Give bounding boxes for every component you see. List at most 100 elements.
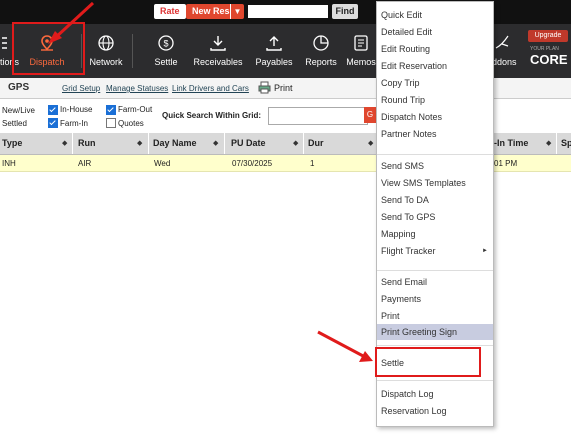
upgrade-badge[interactable]: Upgrade	[528, 30, 568, 42]
sort-icon[interactable]: ◆	[546, 139, 551, 147]
menu-item-label: Copy Trip	[381, 78, 420, 88]
menu-item-payments[interactable]: Payments	[377, 291, 493, 307]
menu-item-quick-edit[interactable]: Quick Edit	[377, 7, 493, 23]
menu-item-edit-reservation[interactable]: Edit Reservation	[377, 58, 493, 74]
quick-search-go-button[interactable]: G	[364, 107, 376, 123]
top-search-input[interactable]	[248, 5, 328, 18]
menu-item-label: Send SMS	[381, 161, 425, 171]
find-button[interactable]: Find	[332, 4, 358, 19]
nav-item-settle[interactable]: $ Settle	[146, 24, 186, 78]
filter-settled-label[interactable]: Settled	[2, 119, 27, 128]
link-drivers-cars-link[interactable]: Link Drivers and Cars	[172, 84, 249, 93]
cell-type: INH	[2, 159, 16, 168]
upload-icon	[266, 36, 282, 51]
menu-item-label: Payments	[381, 294, 422, 304]
nav-label-receivables: Receivables	[193, 57, 243, 67]
grid-setup-link[interactable]: Grid Setup	[62, 84, 100, 93]
menu-item-label: Print	[381, 311, 400, 321]
nav-label-payables: Payables	[255, 57, 293, 67]
menu-item-reservation-log[interactable]: Reservation Log	[377, 403, 493, 419]
menu-divider	[377, 380, 493, 381]
quotes-checkbox[interactable]	[106, 118, 116, 128]
menu-item-label: View SMS Templates	[381, 178, 466, 188]
arrow-head-settle	[359, 351, 373, 362]
new-res-label: New Res	[192, 6, 230, 16]
nav-label-settle: Settle	[154, 57, 178, 67]
menu-item-label: Dispatch Notes	[381, 112, 443, 122]
menu-item-mapping[interactable]: Mapping	[377, 226, 493, 242]
menu-item-send-to-gps[interactable]: Send To GPS	[377, 209, 493, 225]
menu-item-detailed-edit[interactable]: Detailed Edit	[377, 24, 493, 40]
farm-out-label: Farm-Out	[118, 105, 153, 114]
column-divider	[556, 133, 557, 154]
menu-item-label: Edit Routing	[381, 44, 431, 54]
menu-item-send-to-da[interactable]: Send To DA	[377, 192, 493, 208]
sort-icon[interactable]: ◆	[137, 139, 142, 147]
column-header-sp[interactable]: Sp	[561, 138, 571, 148]
nav-item-network[interactable]: Network	[86, 24, 126, 78]
svg-text:$: $	[163, 39, 168, 49]
filter-new-live-label[interactable]: New/Live	[2, 106, 35, 115]
document-icon	[354, 35, 368, 51]
cell-run: AIR	[78, 159, 92, 168]
sort-icon[interactable]: ◆	[293, 139, 298, 147]
print-icon[interactable]	[258, 81, 271, 94]
menu-item-partner-notes[interactable]: Partner Notes	[377, 126, 493, 142]
rate-button[interactable]: Rate	[154, 4, 186, 19]
arrow-to-settle	[317, 330, 366, 359]
plan-name: CORE	[530, 52, 568, 67]
menu-item-edit-routing[interactable]: Edit Routing	[377, 41, 493, 57]
column-header-in-time[interactable]: -In Time	[494, 138, 528, 148]
chevron-down-icon[interactable]: ▼	[230, 4, 244, 19]
nav-label-addons: ddons	[492, 57, 517, 67]
download-icon	[210, 36, 226, 51]
page-title: GPS	[8, 82, 30, 93]
menu-item-label: Send To DA	[381, 195, 429, 205]
quick-search-input[interactable]	[268, 107, 368, 125]
menu-item-round-trip[interactable]: Round Trip	[377, 92, 493, 108]
manage-statuses-link[interactable]: Manage Statuses	[106, 84, 168, 93]
cell-dur: 1	[310, 159, 315, 168]
menu-item-label: Flight Tracker	[381, 246, 436, 256]
nav-item-memos[interactable]: Memos	[344, 24, 378, 78]
submenu-arrow-icon: ►	[482, 248, 488, 254]
menu-divider	[377, 345, 493, 346]
menu-item-view-sms-templates[interactable]: View SMS Templates	[377, 175, 493, 191]
menu-item-label: Send Email	[381, 277, 428, 287]
menu-item-label: Quick Edit	[381, 10, 423, 20]
sort-icon[interactable]: ◆	[368, 139, 373, 147]
in-house-checkbox[interactable]	[48, 105, 58, 115]
menu-item-copy-trip[interactable]: Copy Trip	[377, 75, 493, 91]
column-header-dur[interactable]: Dur	[308, 138, 324, 148]
menu-item-flight-tracker[interactable]: Flight Tracker ►	[377, 243, 493, 259]
nav-item-payables[interactable]: Payables	[252, 24, 296, 78]
new-res-button[interactable]: New Res ▼	[186, 4, 244, 19]
menu-item-label: Dispatch Log	[381, 389, 434, 399]
menu-item-print-greeting-sign[interactable]: Print Greeting Sign	[377, 324, 493, 340]
nav-item-reports[interactable]: Reports	[302, 24, 340, 78]
menu-item-label: Reservation Log	[381, 406, 447, 416]
farm-in-label: Farm-In	[60, 119, 88, 128]
column-header-day-name[interactable]: Day Name	[153, 138, 197, 148]
menu-item-label: Edit Reservation	[381, 61, 448, 71]
farm-in-checkbox[interactable]	[48, 118, 58, 128]
farm-out-checkbox[interactable]	[106, 105, 116, 115]
menu-item-print[interactable]: Print	[377, 308, 493, 324]
addons-icon	[495, 35, 509, 49]
nav-item-receivables[interactable]: Receivables	[192, 24, 244, 78]
menu-item-dispatch-log[interactable]: Dispatch Log	[377, 386, 493, 402]
print-link[interactable]: Print	[274, 83, 293, 93]
menu-item-dispatch-notes[interactable]: Dispatch Notes	[377, 109, 493, 125]
column-divider	[72, 133, 73, 154]
menu-item-send-email[interactable]: Send Email	[377, 274, 493, 290]
cell-in-time: 01 PM	[494, 159, 518, 168]
column-header-run[interactable]: Run	[78, 138, 96, 148]
sort-icon[interactable]: ◆	[62, 139, 67, 147]
sort-icon[interactable]: ◆	[213, 139, 218, 147]
menu-item-send-sms[interactable]: Send SMS	[377, 158, 493, 174]
nav-divider	[132, 34, 133, 68]
nav-item-addons[interactable]: ddons	[492, 24, 520, 78]
settle-highlight-box	[375, 347, 481, 377]
column-header-type[interactable]: Type	[2, 138, 22, 148]
column-header-pu-date[interactable]: PU Date	[231, 138, 266, 148]
